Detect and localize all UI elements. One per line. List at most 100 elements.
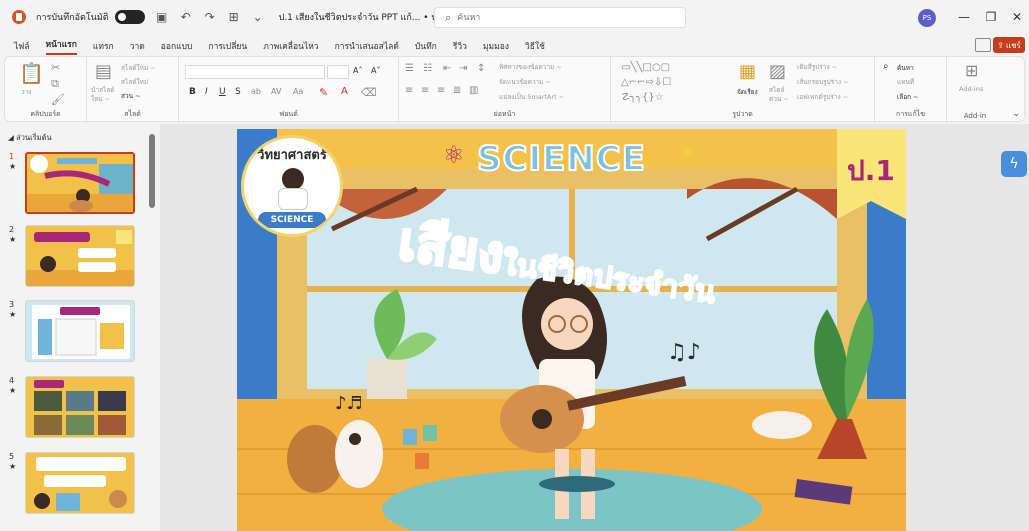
clear-format-icon[interactable]: ⌫ — [361, 86, 377, 99]
slide-thumbnail-3[interactable] — [25, 300, 135, 362]
highlight-icon[interactable]: ✎ — [319, 86, 328, 99]
find-icon[interactable]: ⌕ — [883, 61, 889, 72]
slide-thumbnail-1[interactable] — [25, 152, 135, 214]
tab-record[interactable]: บันทึก — [415, 39, 437, 53]
quick-styles-icon[interactable]: ▨ — [769, 61, 786, 82]
autosave-toggle[interactable] — [114, 10, 145, 24]
share-button[interactable]: ⇪ แชร์ — [993, 37, 1025, 53]
customize-qat-icon[interactable]: ⌄ — [251, 10, 265, 24]
science-heading: SCIENCE — [476, 138, 646, 180]
logo-character-icon — [282, 168, 304, 190]
section-title[interactable]: ◢ ส่วนเริ่มต้น — [8, 132, 52, 144]
redo-icon[interactable]: ↷ — [203, 10, 217, 24]
font-color-icon[interactable]: A — [341, 86, 348, 97]
comments-button[interactable] — [975, 38, 991, 52]
section-label[interactable]: ส่วน ~ — [121, 91, 141, 101]
copy-icon[interactable]: ⧉ — [51, 77, 59, 91]
text-direction-button[interactable]: ทิศทางของข้อความ ~ — [499, 62, 562, 72]
tab-review[interactable]: รีวิว — [453, 39, 467, 53]
shapes-gallery-icon[interactable]: ▭╲╲□○▢ — [621, 62, 670, 73]
columns-icon[interactable]: ▥ — [469, 85, 478, 96]
shape-fill-button[interactable]: เติมสีรูปร่าง ~ — [797, 62, 837, 72]
new-slide-label[interactable]: สไลด์ใหม่ ~ — [121, 63, 156, 73]
slide-number: 4 — [9, 376, 15, 385]
arrange-label[interactable]: จัดเรียง — [737, 87, 758, 97]
present-icon[interactable]: ⊞ — [227, 10, 241, 24]
font-family-select[interactable] — [185, 65, 325, 79]
slide-thumbnail-4[interactable] — [25, 376, 135, 438]
shapes-gallery-row3-icon[interactable]: ☡╮╮{}☆ — [621, 92, 664, 103]
numbering-icon[interactable]: ☷ — [423, 63, 432, 74]
char-spacing-button[interactable]: AV — [271, 87, 281, 96]
align-left-icon[interactable]: ≡ — [405, 85, 413, 96]
tab-home[interactable]: หน้าแรก — [45, 37, 77, 55]
shadow-button[interactable]: S — [235, 87, 241, 97]
ribbon-tabs: ไฟล์ หน้าแรก แทรก วาด ออกแบบ การเปลี่ยน … — [0, 36, 1029, 56]
align-right-icon[interactable]: ≡ — [437, 85, 445, 96]
arrange-icon[interactable]: ▦ — [739, 61, 756, 82]
addins-icon[interactable]: ⊞ — [965, 61, 978, 80]
designer-floating-button[interactable]: ϟ — [1001, 151, 1027, 177]
change-case-button[interactable]: Aa — [293, 87, 303, 96]
search-input[interactable] — [457, 12, 658, 23]
slide-thumbnail-5[interactable] — [25, 452, 135, 514]
strikethrough-button[interactable]: ab — [251, 87, 261, 96]
tab-view[interactable]: มุมมอง — [483, 39, 509, 53]
replace-button[interactable]: แทนที่ — [897, 77, 914, 87]
slide-star-icon: ★ — [9, 386, 17, 395]
quick-styles-sub-label[interactable]: ด่วน ~ — [769, 94, 789, 104]
tab-insert[interactable]: แทรก — [93, 39, 114, 53]
reuse-sub-label[interactable]: ใหม่ ~ — [91, 94, 110, 104]
format-painter-icon[interactable]: 🖌 — [51, 93, 65, 106]
paste-icon[interactable]: 📋 — [19, 61, 44, 85]
group-label-editing: การแก้ไข — [896, 110, 925, 118]
thumbnail-scrollbar[interactable] — [149, 128, 155, 523]
reset-label[interactable]: สไลด์ใหม่ — [121, 77, 148, 87]
cut-icon[interactable]: ✂ — [51, 61, 60, 74]
font-size-down-button[interactable]: A˅ — [371, 66, 380, 75]
tab-animations[interactable]: ภาพเคลื่อนไหว — [263, 39, 318, 53]
current-slide[interactable]: ♫♪ ♪♬ วิทยาศาสตร์ SCIENCE SCIENCE ⚛ ☀ ป.… — [237, 129, 906, 531]
align-center-icon[interactable]: ≡ — [421, 85, 429, 96]
smartart-button[interactable]: แปลงเป็น SmartArt ~ — [499, 92, 564, 102]
slide-canvas-area: ♫♪ ♪♬ วิทยาศาสตร์ SCIENCE SCIENCE ⚛ ☀ ป.… — [160, 124, 1029, 531]
minimize-button[interactable]: — — [955, 8, 973, 26]
shapes-gallery-row2-icon[interactable]: △⌐⌐⇨⇩☐ — [621, 77, 671, 88]
search-box[interactable]: ⌕ — [434, 7, 686, 28]
group-addins: ⊞ Add-ins Add-in — [947, 57, 1003, 123]
justify-icon[interactable]: ≣ — [453, 85, 461, 96]
underline-button[interactable]: U — [219, 87, 226, 97]
select-button[interactable]: เลือก ~ — [897, 92, 919, 102]
tab-transitions[interactable]: การเปลี่ยน — [208, 39, 247, 53]
paste-label[interactable]: วาง — [21, 87, 31, 97]
tab-help[interactable]: วิธีใช้ — [525, 39, 545, 53]
align-text-button[interactable]: จัดแนวข้อความ ~ — [499, 77, 551, 87]
slide-number: 3 — [9, 300, 15, 309]
user-avatar[interactable]: PS — [918, 9, 936, 27]
increase-indent-icon[interactable]: ⇥ — [459, 63, 467, 74]
font-size-up-button[interactable]: A˄ — [353, 66, 362, 75]
find-button[interactable]: ค้นหา — [897, 63, 914, 73]
tab-slideshow[interactable]: การนำเสนอสไลด์ — [335, 39, 399, 53]
font-size-select[interactable] — [327, 65, 349, 79]
save-icon[interactable]: ▣ — [155, 10, 169, 24]
shape-effects-button[interactable]: เอฟเฟกต์รูปร่าง ~ — [797, 92, 848, 102]
close-button[interactable]: ✕ — [1008, 8, 1026, 26]
italic-button[interactable]: I — [205, 87, 208, 97]
decrease-indent-icon[interactable]: ⇤ — [443, 63, 451, 74]
undo-icon[interactable]: ↶ — [179, 10, 193, 24]
collapse-ribbon-icon[interactable]: ⌄ — [1012, 109, 1020, 119]
bold-button[interactable]: B — [189, 87, 196, 97]
tab-draw[interactable]: วาด — [130, 39, 145, 53]
scrollbar-thumb[interactable] — [149, 134, 155, 208]
slide-thumbnail-2[interactable] — [25, 225, 135, 287]
shape-outline-button[interactable]: เส้นกรอบรูปร่าง ~ — [797, 77, 849, 87]
restore-button[interactable]: ❐ — [982, 8, 1000, 26]
group-font: A˄ A˅ B I U S ab AV Aa ✎ A ⌫ ฟอนต์ — [179, 57, 399, 123]
tab-design[interactable]: ออกแบบ — [161, 39, 193, 53]
addins-button-label[interactable]: Add-ins — [959, 85, 983, 93]
new-slide-icon[interactable]: ▤ — [95, 61, 112, 82]
line-spacing-icon[interactable]: ↕ — [477, 63, 485, 74]
tab-file[interactable]: ไฟล์ — [14, 39, 30, 53]
bullets-icon[interactable]: ☰ — [405, 63, 414, 74]
